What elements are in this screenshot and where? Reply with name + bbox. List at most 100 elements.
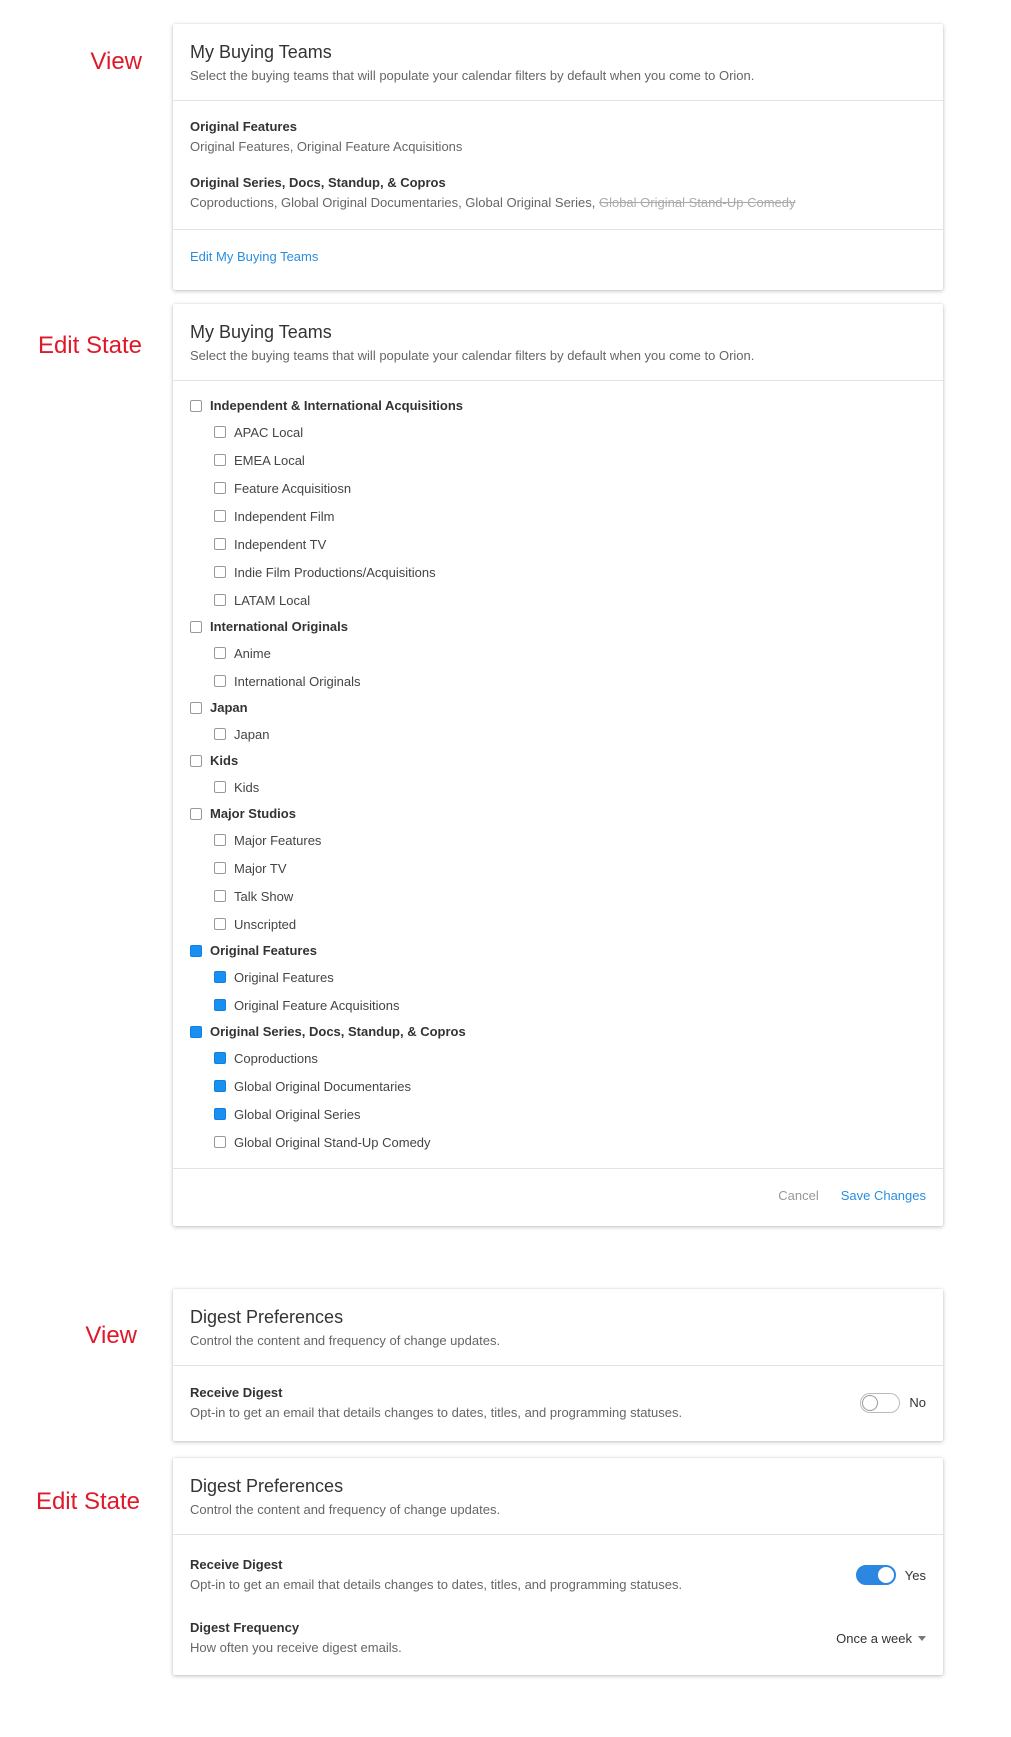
checkbox[interactable] <box>214 1108 226 1120</box>
save-changes-button[interactable]: Save Changes <box>841 1188 926 1203</box>
team-group-label: Kids <box>210 753 239 768</box>
team-checkbox-row[interactable]: Original Feature Acquisitions <box>190 991 926 1019</box>
digest-preferences-edit-card: Digest Preferences Control the content a… <box>173 1458 943 1675</box>
checkbox[interactable] <box>190 1025 202 1038</box>
receive-digest-row: Receive Digest Opt-in to get an email th… <box>173 1535 943 1607</box>
team-checkbox-row[interactable]: Anime <box>190 639 926 667</box>
digest-preferences-view-card: Digest Preferences Control the content a… <box>173 1289 943 1441</box>
checkbox[interactable] <box>214 862 226 874</box>
checkbox[interactable] <box>214 1052 226 1064</box>
checkbox[interactable] <box>214 1136 226 1148</box>
team-label: Talk Show <box>234 888 294 904</box>
team-checkbox-row[interactable]: Major Features <box>190 826 926 854</box>
team-checkbox-row[interactable]: Global Original Series <box>190 1100 926 1128</box>
team-label: EMEA Local <box>234 452 305 468</box>
checkbox[interactable] <box>214 454 226 466</box>
checkbox[interactable] <box>214 971 226 983</box>
team-checkbox-row[interactable]: APAC Local <box>190 418 926 446</box>
team-name: Original Features <box>190 119 297 134</box>
chevron-down-icon <box>918 1635 926 1641</box>
toggle-knob <box>862 1394 879 1411</box>
cancel-button[interactable]: Cancel <box>778 1188 818 1203</box>
checkbox[interactable] <box>190 399 202 412</box>
team-label: Kids <box>234 779 260 795</box>
checkbox[interactable] <box>214 594 226 606</box>
edit-buying-teams-link[interactable]: Edit My Buying Teams <box>190 249 318 264</box>
team-members-list: Coproductions, Global Original Documenta… <box>190 195 599 210</box>
team-checkbox-row[interactable]: Original Features <box>190 963 926 991</box>
checkbox[interactable] <box>214 647 226 659</box>
team-checkbox-row[interactable]: Kids <box>190 773 926 801</box>
section-label-edit-state: Edit State <box>37 332 142 359</box>
team-checkbox-row[interactable]: Independent TV <box>190 530 926 558</box>
team-group-label: International Originals <box>210 619 348 634</box>
team-group-label: Original Series, Docs, Standup, & Copros <box>210 1024 466 1039</box>
checkbox[interactable] <box>214 482 226 494</box>
team-label: Independent TV <box>234 536 327 552</box>
card-subtitle: Control the content and frequency of cha… <box>190 1502 501 1517</box>
receive-digest-label: Receive Digest <box>190 1557 283 1572</box>
team-group-checkbox-row[interactable]: International Originals <box>190 614 926 639</box>
checkbox[interactable] <box>190 807 202 820</box>
digest-frequency-row: Digest Frequency How often you receive d… <box>173 1607 943 1669</box>
checkbox[interactable] <box>214 426 226 438</box>
checkbox[interactable] <box>190 754 202 767</box>
team-label: LATAM Local <box>234 592 311 608</box>
checkbox[interactable] <box>214 999 226 1011</box>
checkbox[interactable] <box>214 728 226 740</box>
checkbox[interactable] <box>190 701 202 714</box>
section-label-edit-state: Edit State <box>35 1488 140 1515</box>
checkbox[interactable] <box>214 781 226 793</box>
team-checkbox-row[interactable]: Talk Show <box>190 882 926 910</box>
checkbox[interactable] <box>190 620 202 633</box>
team-label: Original Features <box>234 969 334 985</box>
team-checkbox-row[interactable]: Global Original Documentaries <box>190 1072 926 1100</box>
team-checkbox-row[interactable]: Major TV <box>190 854 926 882</box>
team-summary: Original Features Original Features, Ori… <box>173 101 943 156</box>
team-checkbox-row[interactable]: Global Original Stand-Up Comedy <box>190 1128 926 1156</box>
checkbox[interactable] <box>214 538 226 550</box>
checkbox[interactable] <box>214 834 226 846</box>
team-checkbox-row[interactable]: Unscripted <box>190 910 926 938</box>
card-header: My Buying Teams Select the buying teams … <box>173 304 943 381</box>
team-group-checkbox-row[interactable]: Independent & International Acquisitions <box>190 393 926 418</box>
checkbox[interactable] <box>214 510 226 522</box>
receive-digest-description: Opt-in to get an email that details chan… <box>190 1404 683 1420</box>
checkbox[interactable] <box>214 566 226 578</box>
team-label: Global Original Documentaries <box>234 1078 412 1094</box>
card-header: Digest Preferences Control the content a… <box>173 1289 943 1366</box>
card-subtitle: Select the buying teams that will popula… <box>190 348 755 363</box>
receive-digest-toggle[interactable] <box>855 1565 896 1585</box>
card-footer: Cancel Save Changes <box>173 1168 943 1222</box>
team-checkbox-row[interactable]: Indie Film Productions/Acquisitions <box>190 558 926 586</box>
team-members: Original Features, Original Feature Acqu… <box>190 139 463 154</box>
team-label: Coproductions <box>234 1050 318 1066</box>
team-group-checkbox-row[interactable]: Japan <box>190 695 926 720</box>
checkbox[interactable] <box>214 890 226 902</box>
team-checkbox-row[interactable]: Independent Film <box>190 502 926 530</box>
receive-digest-toggle-group: Yes <box>855 1565 926 1585</box>
checkbox[interactable] <box>190 944 202 957</box>
team-checkbox-row[interactable]: LATAM Local <box>190 586 926 614</box>
team-checkbox-row[interactable]: International Originals <box>190 667 926 695</box>
checkbox[interactable] <box>214 675 226 687</box>
checkbox[interactable] <box>214 1080 226 1092</box>
team-summary: Original Series, Docs, Standup, & Copros… <box>173 156 943 229</box>
receive-digest-toggle[interactable] <box>860 1392 901 1413</box>
digest-frequency-dropdown[interactable]: Once a week <box>836 1631 926 1646</box>
team-group-checkbox-row[interactable]: Kids <box>190 748 926 773</box>
team-group-label: Original Features <box>210 943 317 958</box>
team-group-checkbox-row[interactable]: Major Studios <box>190 801 926 826</box>
team-label: Major TV <box>234 860 287 876</box>
buying-teams-checkbox-tree: Independent & International Acquisitions… <box>173 381 943 1168</box>
team-checkbox-row[interactable]: Japan <box>190 720 926 748</box>
section-label-view: View <box>85 1322 137 1349</box>
team-group-label: Japan <box>210 700 248 715</box>
team-checkbox-row[interactable]: Coproductions <box>190 1044 926 1072</box>
team-checkbox-row[interactable]: Feature Acquisitiosn <box>190 474 926 502</box>
team-group-checkbox-row[interactable]: Original Features <box>190 938 926 963</box>
team-checkbox-row[interactable]: EMEA Local <box>190 446 926 474</box>
team-group-checkbox-row[interactable]: Original Series, Docs, Standup, & Copros <box>190 1019 926 1044</box>
toggle-state-label: Yes <box>904 1567 926 1583</box>
checkbox[interactable] <box>214 918 226 930</box>
